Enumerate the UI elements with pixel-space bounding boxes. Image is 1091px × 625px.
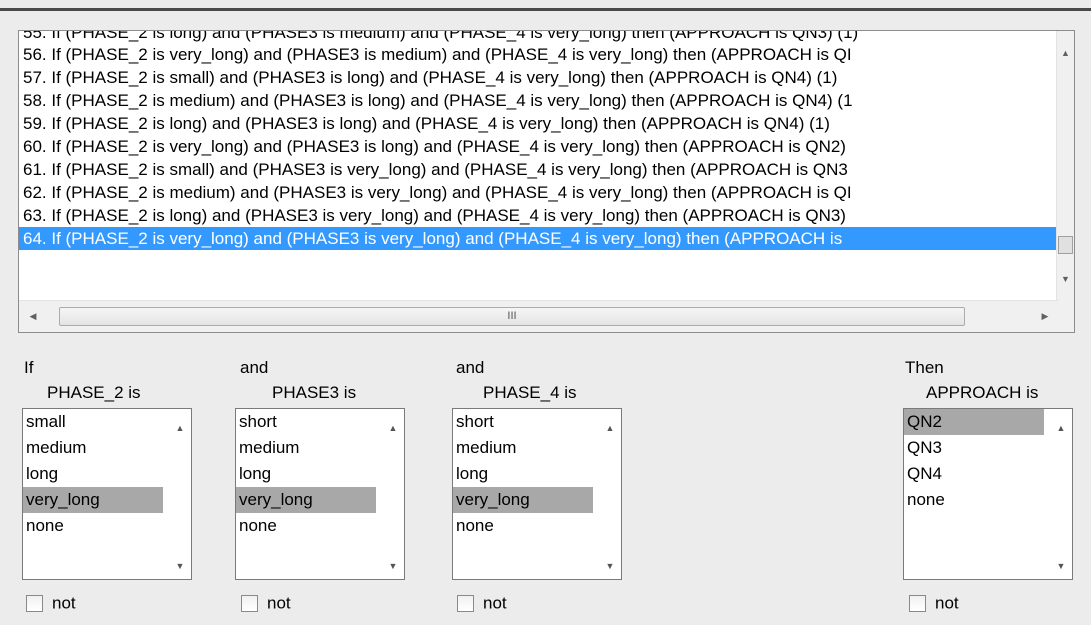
rules-listbox[interactable]: 55. If (PHASE_2 is long) and (PHASE3 is … — [18, 30, 1075, 333]
scroll-right-arrow-icon[interactable]: ▶ — [1035, 301, 1055, 332]
rules-hscroll-thumb[interactable]: III — [59, 307, 965, 326]
list-option[interactable]: QN4 — [904, 461, 1044, 487]
scroll-up-arrow-icon[interactable]: ▲ — [382, 423, 404, 433]
list-option[interactable]: very_long — [236, 487, 376, 513]
phase3-not-checkbox[interactable]: not — [241, 592, 291, 614]
phase3-not-label: not — [267, 593, 291, 613]
list-option[interactable]: none — [904, 487, 1044, 513]
list-option[interactable]: very_long — [453, 487, 593, 513]
phase4-not-checkbox[interactable]: not — [457, 592, 507, 614]
rules-horizontal-scrollbar[interactable]: ◀ III ▶ — [19, 300, 1059, 332]
rule-row[interactable]: 56. If (PHASE_2 is very_long) and (PHASE… — [19, 43, 1059, 66]
phase3-variable-label: PHASE3 is — [272, 383, 357, 402]
list-option[interactable]: small — [23, 409, 163, 435]
then-label: Then — [905, 358, 944, 377]
and-label-2: and — [456, 358, 485, 377]
scroll-up-arrow-icon[interactable]: ▲ — [1057, 45, 1074, 62]
list-option[interactable]: short — [236, 409, 376, 435]
approach-not-label: not — [935, 593, 959, 613]
phase3-scrollbar[interactable]: ▲ ▼ — [382, 409, 404, 579]
checkbox-icon[interactable] — [26, 595, 43, 613]
phase2-not-label: not — [52, 593, 76, 613]
phase3-listbox[interactable]: short medium long very_long none ▲ ▼ — [235, 408, 405, 580]
list-option[interactable]: short — [453, 409, 593, 435]
phase4-options: short medium long very_long none — [453, 409, 621, 539]
scroll-down-arrow-icon[interactable]: ▼ — [599, 561, 621, 571]
checkbox-icon[interactable] — [457, 595, 474, 613]
list-option[interactable]: long — [236, 461, 376, 487]
phase4-scrollbar[interactable]: ▲ ▼ — [599, 409, 621, 579]
phase2-not-checkbox[interactable]: not — [26, 592, 76, 614]
phase2-listbox[interactable]: small medium long very_long none ▲ ▼ — [22, 408, 192, 580]
approach-not-checkbox[interactable]: not — [909, 592, 959, 614]
scroll-down-arrow-icon[interactable]: ▼ — [1050, 561, 1072, 571]
rule-row[interactable]: 57. If (PHASE_2 is small) and (PHASE3 is… — [19, 66, 1059, 89]
approach-scrollbar[interactable]: ▲ ▼ — [1050, 409, 1072, 579]
scroll-up-arrow-icon[interactable]: ▲ — [169, 423, 191, 433]
list-option[interactable]: none — [453, 513, 593, 539]
phase2-options: small medium long very_long none — [23, 409, 191, 539]
list-option[interactable]: medium — [23, 435, 163, 461]
window-top-edge — [0, 0, 1091, 11]
list-option[interactable]: QN2 — [904, 409, 1044, 435]
rule-row[interactable]: 64. If (PHASE_2 is very_long) and (PHASE… — [19, 227, 1059, 250]
rule-row[interactable]: 55. If (PHASE_2 is long) and (PHASE3 is … — [19, 31, 1059, 43]
checkbox-icon[interactable] — [241, 595, 258, 613]
rule-row[interactable]: 59. If (PHASE_2 is long) and (PHASE3 is … — [19, 112, 1059, 135]
checkbox-icon[interactable] — [909, 595, 926, 613]
list-option[interactable]: long — [23, 461, 163, 487]
scrollbar-corner — [1057, 301, 1074, 332]
phase2-scrollbar[interactable]: ▲ ▼ — [169, 409, 191, 579]
approach-variable-label: APPROACH is — [926, 383, 1039, 402]
approach-options: QN2 QN3 QN4 none — [904, 409, 1072, 513]
approach-listbox[interactable]: QN2 QN3 QN4 none ▲ ▼ — [903, 408, 1073, 580]
scroll-down-arrow-icon[interactable]: ▼ — [382, 561, 404, 571]
rule-row[interactable]: 63. If (PHASE_2 is long) and (PHASE3 is … — [19, 204, 1059, 227]
rules-vertical-scrollbar[interactable]: ▲ ▼ — [1056, 31, 1074, 301]
scroll-down-arrow-icon[interactable]: ▼ — [169, 561, 191, 571]
rule-row[interactable]: 60. If (PHASE_2 is very_long) and (PHASE… — [19, 135, 1059, 158]
phase4-listbox[interactable]: short medium long very_long none ▲ ▼ — [452, 408, 622, 580]
rules-list[interactable]: 55. If (PHASE_2 is long) and (PHASE3 is … — [19, 31, 1059, 301]
phase4-variable-label: PHASE_4 is — [483, 383, 577, 402]
scroll-up-arrow-icon[interactable]: ▲ — [1050, 423, 1072, 433]
list-option[interactable]: none — [23, 513, 163, 539]
list-option[interactable]: very_long — [23, 487, 163, 513]
rules-vscroll-thumb[interactable] — [1058, 236, 1073, 254]
scroll-up-arrow-icon[interactable]: ▲ — [599, 423, 621, 433]
list-option[interactable]: medium — [236, 435, 376, 461]
scroll-left-arrow-icon[interactable]: ◀ — [23, 301, 43, 332]
rule-row[interactable]: 62. If (PHASE_2 is medium) and (PHASE3 i… — [19, 181, 1059, 204]
rule-row[interactable]: 61. If (PHASE_2 is small) and (PHASE3 is… — [19, 158, 1059, 181]
scroll-down-arrow-icon[interactable]: ▼ — [1057, 271, 1074, 288]
phase4-not-label: not — [483, 593, 507, 613]
phase2-variable-label: PHASE_2 is — [47, 383, 141, 402]
if-label: If — [24, 358, 34, 377]
rule-row[interactable]: 58. If (PHASE_2 is medium) and (PHASE3 i… — [19, 89, 1059, 112]
list-option[interactable]: none — [236, 513, 376, 539]
list-option[interactable]: medium — [453, 435, 593, 461]
list-option[interactable]: QN3 — [904, 435, 1044, 461]
and-label-1: and — [240, 358, 269, 377]
phase3-options: short medium long very_long none — [236, 409, 404, 539]
list-option[interactable]: long — [453, 461, 593, 487]
hscroll-grip: III — [507, 310, 517, 322]
